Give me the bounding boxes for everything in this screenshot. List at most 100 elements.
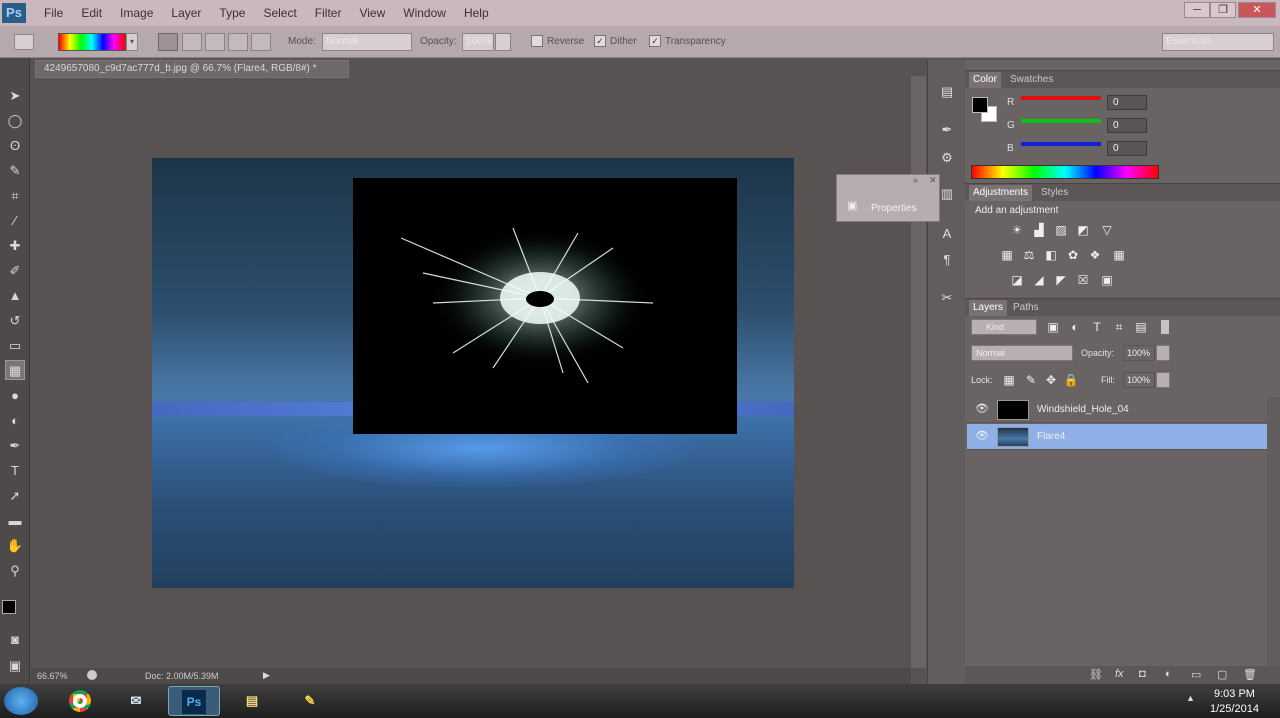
- layer-row[interactable]: 👁 Windshield_Hole_04: [967, 397, 1267, 423]
- brush-presets-panel-icon[interactable]: ✒: [937, 120, 957, 140]
- lock-position-icon[interactable]: ✥: [1043, 372, 1059, 388]
- collapse-icon[interactable]: »: [913, 175, 918, 185]
- threshold-adjust-icon[interactable]: ◤: [1053, 272, 1069, 288]
- transparency-checkbox[interactable]: ✓: [649, 35, 661, 47]
- layer-name[interactable]: Windshield_Hole_04: [1037, 404, 1129, 415]
- photo-filter-adjust-icon[interactable]: ❖: [1087, 247, 1103, 263]
- red-value[interactable]: 0: [1107, 95, 1147, 110]
- clock-date[interactable]: 1/25/2014: [1210, 703, 1259, 715]
- layer-filter-kind-select[interactable]: Kind: [971, 319, 1037, 335]
- color-spectrum-bar[interactable]: [971, 165, 1159, 179]
- document-scrollbar[interactable]: [911, 76, 926, 668]
- eraser-tool-icon[interactable]: ▭: [5, 336, 25, 356]
- path-selection-tool-icon[interactable]: ➚: [5, 486, 25, 506]
- black-white-adjust-icon[interactable]: ✿: [1065, 247, 1081, 263]
- filter-adjustment-icon[interactable]: ◐: [1067, 319, 1083, 335]
- reflected-gradient-button[interactable]: [228, 33, 248, 51]
- levels-adjust-icon[interactable]: ▟: [1031, 222, 1047, 238]
- type-tool-icon[interactable]: T: [5, 461, 25, 481]
- mode-select[interactable]: Normal: [322, 33, 412, 51]
- tray-arrow-icon[interactable]: ▲: [1186, 693, 1195, 703]
- selective-color-adjust-icon[interactable]: ☒: [1075, 272, 1091, 288]
- properties-panel-icon[interactable]: ▥: [937, 184, 957, 204]
- menu-layer[interactable]: Layer: [171, 6, 201, 20]
- foreground-color-swatch[interactable]: [2, 600, 16, 614]
- lock-transparent-icon[interactable]: ▦: [1001, 372, 1017, 388]
- quick-select-tool-icon[interactable]: ✎: [5, 161, 25, 181]
- green-value[interactable]: 0: [1107, 118, 1147, 133]
- menu-file[interactable]: File: [44, 6, 63, 20]
- radial-gradient-button[interactable]: [182, 33, 202, 51]
- tab-layers[interactable]: Layers: [969, 300, 1008, 316]
- clock-time[interactable]: 9:03 PM: [1214, 688, 1255, 700]
- character-panel-icon[interactable]: A: [937, 224, 957, 244]
- filter-pixel-icon[interactable]: ▣: [1045, 319, 1061, 335]
- tab-styles[interactable]: Styles: [1041, 187, 1068, 198]
- lasso-tool-icon[interactable]: ʘ: [5, 136, 25, 156]
- properties-label[interactable]: Properties: [871, 203, 917, 214]
- color-foreground-swatch[interactable]: [972, 97, 988, 113]
- move-tool-icon[interactable]: ➤: [5, 86, 25, 106]
- status-arrow-icon[interactable]: ▶: [263, 670, 270, 681]
- close-button[interactable]: ✕: [1238, 2, 1276, 18]
- blend-mode-select[interactable]: Normal: [971, 345, 1073, 361]
- history-panel-icon[interactable]: ▤: [937, 82, 957, 102]
- layer-row-selected[interactable]: 👁 Flare4: [967, 424, 1267, 450]
- dither-checkbox[interactable]: ✓: [594, 35, 606, 47]
- quick-mask-icon[interactable]: ◙: [5, 630, 25, 650]
- lock-all-icon[interactable]: 🔒: [1063, 372, 1079, 388]
- tab-paths[interactable]: Paths: [1013, 302, 1039, 313]
- maximize-button[interactable]: ❐: [1210, 2, 1236, 18]
- explorer-icon[interactable]: ▤: [226, 686, 278, 716]
- delete-layer-icon[interactable]: 🗑: [1243, 668, 1257, 681]
- menu-type[interactable]: Type: [219, 6, 245, 20]
- paragraph-panel-icon[interactable]: ¶: [937, 250, 957, 270]
- brush-tool-icon[interactable]: ✐: [5, 261, 25, 281]
- green-slider[interactable]: [1021, 119, 1101, 123]
- rectangle-tool-icon[interactable]: ▬: [5, 511, 25, 531]
- hand-tool-icon[interactable]: ✋: [5, 536, 25, 556]
- tools-panel-icon[interactable]: ✂: [937, 288, 957, 308]
- marquee-tool-icon[interactable]: ◯: [5, 111, 25, 131]
- blue-value[interactable]: 0: [1107, 141, 1147, 156]
- posterize-adjust-icon[interactable]: ◢: [1031, 272, 1047, 288]
- menu-filter[interactable]: Filter: [315, 6, 342, 20]
- outlook-icon[interactable]: ✉: [110, 686, 162, 716]
- clone-stamp-tool-icon[interactable]: ▲: [5, 286, 25, 306]
- brightness-adjust-icon[interactable]: ☀: [1009, 222, 1025, 238]
- curves-adjust-icon[interactable]: ▨: [1053, 222, 1069, 238]
- layers-scrollbar[interactable]: [1267, 397, 1280, 667]
- document-tab[interactable]: 4249657080_c9d7ac777d_b.jpg @ 66.7% (Fla…: [35, 60, 349, 78]
- blur-tool-icon[interactable]: ●: [5, 386, 25, 406]
- color-lookup-adjust-icon[interactable]: ▣: [1099, 272, 1115, 288]
- fill-input[interactable]: 100%: [1123, 372, 1155, 388]
- layer-name[interactable]: Flare4: [1037, 431, 1065, 442]
- menu-view[interactable]: View: [359, 6, 385, 20]
- red-slider[interactable]: [1021, 96, 1101, 100]
- gradient-preview[interactable]: [58, 33, 126, 51]
- vibrance-adjust-icon[interactable]: ▦: [999, 247, 1015, 263]
- properties-icon[interactable]: ▣: [847, 199, 857, 212]
- invert-adjust-icon[interactable]: ◪: [1009, 272, 1025, 288]
- start-button[interactable]: [4, 687, 38, 715]
- dodge-tool-icon[interactable]: ◐: [5, 411, 25, 431]
- opacity-dropdown[interactable]: [495, 33, 511, 51]
- gradient-dropdown-icon[interactable]: ▾: [126, 33, 138, 51]
- link-layers-icon[interactable]: ⛓: [1089, 668, 1103, 681]
- lock-image-icon[interactable]: ✎: [1023, 372, 1039, 388]
- filter-type-icon[interactable]: T: [1089, 319, 1105, 335]
- layer-style-icon[interactable]: fx: [1115, 668, 1124, 680]
- channel-mixer-adjust-icon[interactable]: ▦: [1111, 247, 1127, 263]
- menu-edit[interactable]: Edit: [81, 6, 102, 20]
- color-balance-adjust-icon[interactable]: ◧: [1043, 247, 1059, 263]
- linear-gradient-button[interactable]: [158, 33, 178, 51]
- menu-select[interactable]: Select: [263, 6, 296, 20]
- new-layer-icon[interactable]: ▢: [1217, 668, 1227, 681]
- blue-slider[interactable]: [1021, 142, 1101, 146]
- filter-smart-object-icon[interactable]: ▤: [1133, 319, 1149, 335]
- menu-help[interactable]: Help: [464, 6, 489, 20]
- gradient-map-adjust-icon[interactable]: ▽: [1099, 222, 1115, 238]
- exposure-adjust-icon[interactable]: ◩: [1075, 222, 1091, 238]
- menu-image[interactable]: Image: [120, 6, 153, 20]
- tab-swatches[interactable]: Swatches: [1010, 74, 1053, 85]
